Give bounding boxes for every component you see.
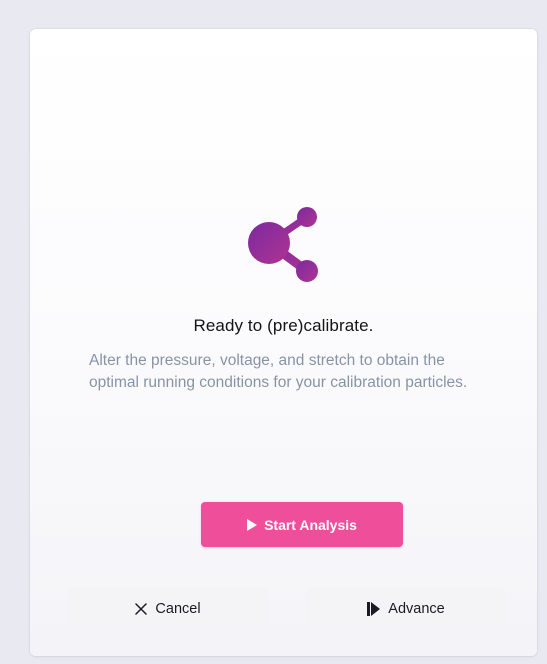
advance-button[interactable]: Advance <box>306 587 506 631</box>
dialog-description: Alter the pressure, voltage, and stretch… <box>89 352 468 391</box>
particle-logo-icon <box>243 205 323 285</box>
calibration-dialog <box>30 29 537 656</box>
start-analysis-label: Start Analysis <box>264 516 357 533</box>
advance-label: Advance <box>388 601 445 617</box>
close-icon <box>135 603 148 615</box>
skip-forward-icon <box>367 602 381 616</box>
dialog-title: Ready to (pre)calibrate. <box>193 316 374 335</box>
start-analysis-button[interactable]: Start Analysis <box>201 502 403 547</box>
cancel-button[interactable]: Cancel <box>68 587 268 631</box>
cancel-label: Cancel <box>155 601 201 617</box>
play-icon <box>247 518 258 531</box>
